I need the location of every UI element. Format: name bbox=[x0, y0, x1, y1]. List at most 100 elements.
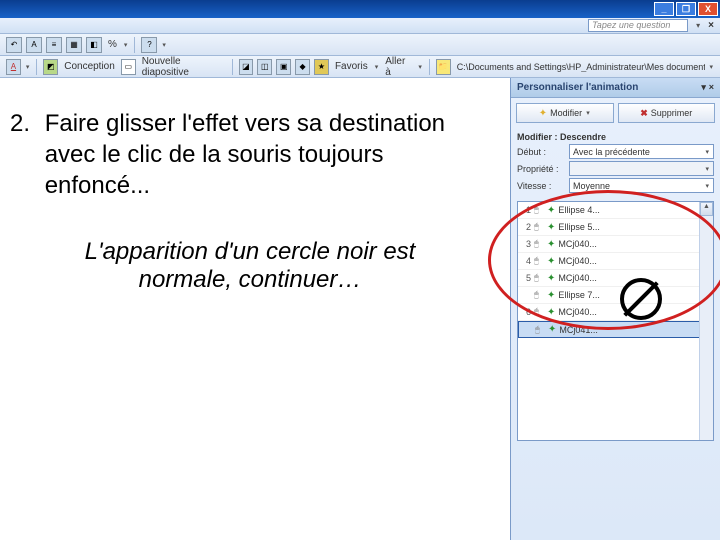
help-icon[interactable]: ? bbox=[141, 37, 157, 53]
effect-properties: Modifier : Descendre Début : Avec la pré… bbox=[511, 128, 720, 197]
tb-icon-1[interactable]: ◪ bbox=[239, 59, 254, 75]
undo-icon[interactable]: ↶ bbox=[6, 37, 22, 53]
toolbar-separator bbox=[134, 37, 135, 53]
instruction-step: 2. Faire glisser l'effet vers sa destina… bbox=[10, 108, 500, 202]
window-titlebar: _ ❐ X bbox=[0, 0, 720, 18]
effect-star-icon: ✦ bbox=[548, 324, 556, 335]
folder-icon[interactable]: 📁 bbox=[436, 59, 451, 75]
task-pane-close-icon[interactable]: × bbox=[709, 82, 714, 92]
list-item-selected[interactable]: 🖱 ✦ MCj041... ▾ bbox=[518, 321, 713, 338]
item-number: 5 bbox=[521, 273, 531, 283]
scroll-up-icon[interactable]: ▲ bbox=[700, 202, 713, 216]
mouse-icon: 🖱 bbox=[534, 239, 544, 249]
list-item[interactable]: 🖱 ✦ Ellipse 7... bbox=[518, 287, 713, 304]
help-question-input[interactable]: Tapez une question bbox=[588, 19, 688, 32]
goto-dropdown-icon[interactable]: ▾ bbox=[417, 63, 423, 71]
new-slide-icon[interactable]: ▭ bbox=[121, 59, 136, 75]
effect-star-icon: ✦ bbox=[547, 290, 555, 301]
speed-row: Vitesse : Moyenne ▾ bbox=[517, 178, 714, 193]
font-color-dropdown-icon[interactable]: ▾ bbox=[25, 63, 31, 71]
formatting-toolbar: ↶ A ≡ ▦ ◧ % ▾ ? ▾ bbox=[0, 34, 720, 56]
tb-icon-2[interactable]: ◫ bbox=[257, 59, 272, 75]
chevron-down-icon: ▾ bbox=[704, 182, 710, 190]
start-row: Début : Avec la précédente ▾ bbox=[517, 144, 714, 159]
toolbar-separator bbox=[36, 59, 37, 75]
speed-label: Vitesse : bbox=[517, 181, 565, 191]
font-color-icon[interactable]: A bbox=[6, 59, 21, 75]
tb-icon-3[interactable]: ▣ bbox=[276, 59, 291, 75]
animation-list[interactable]: 1 🖱 ✦ Ellipse 4... 2 🖱 ✦ Ellipse 5... 3 … bbox=[517, 201, 714, 441]
instruction-note: L'apparition d'un cercle noir est normal… bbox=[40, 238, 460, 294]
design-icon[interactable]: ◩ bbox=[43, 59, 58, 75]
task-pane-header: Personnaliser l'animation ▾ × bbox=[511, 78, 720, 98]
design-button[interactable]: Conception bbox=[62, 61, 117, 72]
delete-label: Supprimer bbox=[651, 108, 693, 118]
list-item[interactable]: 5 🖱 ✦ MCj040... bbox=[518, 270, 713, 287]
task-pane-buttons: ✦ Modifier ▾ ✖ Supprimer bbox=[511, 98, 720, 128]
item-number: 2 bbox=[521, 222, 531, 232]
mouse-icon: 🖱 bbox=[535, 325, 545, 335]
goto-button[interactable]: Aller à bbox=[383, 56, 413, 78]
list-item[interactable]: 2 🖱 ✦ Ellipse 5... bbox=[518, 219, 713, 236]
help-close-icon[interactable]: × bbox=[708, 20, 714, 31]
modify-effect-button[interactable]: ✦ Modifier ▾ bbox=[516, 103, 614, 123]
close-button[interactable]: X bbox=[698, 2, 718, 16]
effect-star-icon: ✦ bbox=[547, 256, 555, 267]
chevron-down-icon: ▾ bbox=[704, 148, 710, 156]
main-area: 2. Faire glisser l'effet vers sa destina… bbox=[0, 78, 720, 540]
toolbar-overflow-icon[interactable]: ▾ bbox=[161, 41, 167, 49]
zoom-value[interactable]: % bbox=[106, 39, 119, 50]
no-drop-cursor-icon bbox=[620, 278, 662, 320]
maximize-button[interactable]: ❐ bbox=[676, 2, 696, 16]
modify-star-icon: ✦ bbox=[539, 108, 547, 119]
align-icon[interactable]: ≡ bbox=[46, 37, 62, 53]
item-name: MCj040... bbox=[558, 239, 710, 249]
item-name: MCj040... bbox=[558, 256, 710, 266]
zoom-dropdown-icon[interactable]: ▾ bbox=[123, 41, 129, 49]
list-item[interactable]: 3 🖱 ✦ MCj040... bbox=[518, 236, 713, 253]
mouse-icon: 🖱 bbox=[534, 205, 544, 215]
item-number: 1 bbox=[521, 205, 531, 215]
font-icon[interactable]: A bbox=[26, 37, 42, 53]
item-number: 4 bbox=[521, 256, 531, 266]
property-label: Propriété : bbox=[517, 164, 565, 174]
favorites-icon[interactable]: ★ bbox=[314, 59, 329, 75]
help-dropdown-icon[interactable]: ▾ bbox=[696, 21, 700, 30]
mouse-icon: 🖱 bbox=[534, 290, 544, 300]
effect-section-title: Modifier : Descendre bbox=[517, 132, 714, 142]
task-pane-dropdown-icon[interactable]: ▾ bbox=[701, 82, 706, 92]
minimize-button[interactable]: _ bbox=[654, 2, 674, 16]
list-scrollbar[interactable]: ▲ bbox=[699, 202, 713, 440]
modify-dropdown-icon: ▾ bbox=[585, 109, 591, 117]
animation-task-pane: Personnaliser l'animation ▾ × ✦ Modifier… bbox=[510, 78, 720, 540]
effect-star-icon: ✦ bbox=[547, 205, 555, 216]
list-item[interactable]: 4 🖱 ✦ MCj040... bbox=[518, 253, 713, 270]
favorites-dropdown-icon[interactable]: ▾ bbox=[374, 63, 380, 71]
chevron-down-icon: ▾ bbox=[704, 165, 710, 173]
effect-star-icon: ✦ bbox=[547, 222, 555, 233]
layout-icon[interactable]: ◧ bbox=[86, 37, 102, 53]
speed-select[interactable]: Moyenne ▾ bbox=[569, 178, 714, 193]
favorites-button[interactable]: Favoris bbox=[333, 61, 370, 72]
grid-icon[interactable]: ▦ bbox=[66, 37, 82, 53]
delete-x-icon: ✖ bbox=[640, 108, 648, 119]
path-dropdown-icon[interactable]: ▾ bbox=[709, 63, 715, 71]
property-row: Propriété : ▾ bbox=[517, 161, 714, 176]
mouse-icon: 🖱 bbox=[534, 307, 544, 317]
task-pane-controls: ▾ × bbox=[701, 82, 714, 93]
start-select[interactable]: Avec la précédente ▾ bbox=[569, 144, 714, 159]
new-slide-button[interactable]: Nouvelle diapositive bbox=[140, 56, 226, 78]
slide-content: 2. Faire glisser l'effet vers sa destina… bbox=[0, 78, 510, 540]
start-label: Début : bbox=[517, 147, 565, 157]
list-item[interactable]: 1 🖱 ✦ Ellipse 4... bbox=[518, 202, 713, 219]
toolbar-separator bbox=[232, 59, 233, 75]
mouse-icon: 🖱 bbox=[534, 273, 544, 283]
list-item[interactable]: 6 🖱 ✦ MCj040... bbox=[518, 304, 713, 321]
toolbar-separator bbox=[429, 59, 430, 75]
delete-effect-button[interactable]: ✖ Supprimer bbox=[618, 103, 716, 123]
step-text: Faire glisser l'effet vers sa destinatio… bbox=[45, 108, 455, 202]
tb-icon-4[interactable]: ◆ bbox=[295, 59, 310, 75]
item-name: Ellipse 5... bbox=[558, 222, 710, 232]
property-select: ▾ bbox=[569, 161, 714, 176]
start-value: Avec la précédente bbox=[573, 147, 650, 157]
